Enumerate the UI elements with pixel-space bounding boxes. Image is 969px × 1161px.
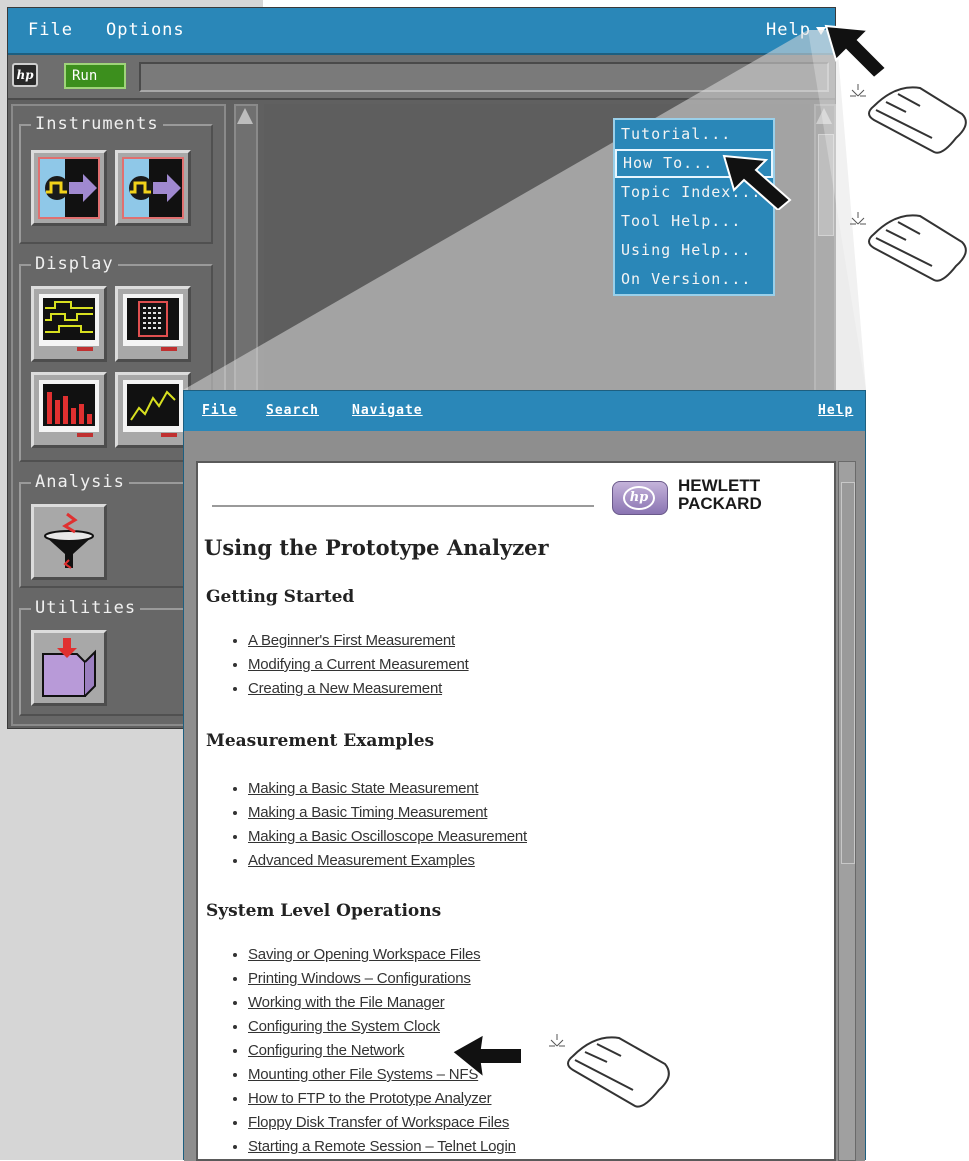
list-item[interactable]: Making a Basic Oscilloscope Measurement bbox=[248, 825, 527, 849]
link-list: Making a Basic State Measurement Making … bbox=[206, 777, 527, 873]
menu-file[interactable]: File bbox=[28, 20, 73, 40]
toolbar: hp Run bbox=[8, 55, 835, 100]
hp-logo-button[interactable]: hp bbox=[12, 63, 38, 87]
menu-item-using-help[interactable]: Using Help... bbox=[615, 236, 773, 265]
section-heading: Getting Started bbox=[206, 587, 355, 607]
instrument-2-button[interactable] bbox=[115, 150, 191, 226]
mouse-click-icon bbox=[850, 212, 967, 282]
instrument-1-button[interactable] bbox=[31, 150, 107, 226]
main-menubar: File Options Help bbox=[8, 8, 835, 55]
graph-display-button[interactable] bbox=[115, 372, 191, 448]
listing-display-icon bbox=[123, 294, 183, 351]
list-item[interactable]: Making a Basic Timing Measurement bbox=[248, 801, 527, 825]
utilities-title: Utilities bbox=[31, 598, 141, 618]
scroll-thumb[interactable] bbox=[841, 482, 855, 864]
list-item[interactable]: Floppy Disk Transfer of Workspace Files bbox=[248, 1111, 516, 1135]
menu-options[interactable]: Options bbox=[106, 20, 185, 40]
list-item[interactable]: How to FTP to the Prototype Analyzer bbox=[248, 1087, 516, 1111]
instruments-title: Instruments bbox=[31, 114, 163, 134]
help-menubar: File Search Navigate Help bbox=[184, 391, 865, 431]
status-field bbox=[139, 62, 829, 92]
page-title: Using the Prototype Analyzer bbox=[204, 535, 549, 560]
filter-analysis-button[interactable] bbox=[31, 504, 107, 580]
list-item[interactable]: Creating a New Measurement bbox=[248, 677, 469, 701]
menu-help[interactable]: Help bbox=[766, 20, 811, 40]
analyzer-instrument-icon bbox=[38, 157, 100, 219]
help-menu-file[interactable]: File bbox=[202, 403, 237, 418]
pointer-cursor-icon bbox=[824, 24, 888, 80]
list-item[interactable]: Saving or Opening Workspace Files bbox=[248, 943, 516, 967]
scroll-up-arrow-icon[interactable] bbox=[237, 108, 253, 124]
help-menu-navigate[interactable]: Navigate bbox=[352, 403, 423, 418]
analyzer-instrument-icon bbox=[122, 157, 184, 219]
menu-item-tool-help[interactable]: Tool Help... bbox=[615, 207, 773, 236]
waveform-display-icon bbox=[39, 294, 99, 351]
help-menu-search[interactable]: Search bbox=[266, 403, 319, 418]
run-button[interactable]: Run bbox=[64, 63, 126, 89]
waveform-display-button[interactable] bbox=[31, 286, 107, 362]
filter-funnel-icon bbox=[44, 512, 94, 569]
list-item[interactable]: Making a Basic State Measurement bbox=[248, 777, 527, 801]
scroll-up-arrow-icon[interactable] bbox=[816, 108, 832, 124]
instruments-group: Instruments bbox=[19, 114, 213, 244]
chart-display-button[interactable] bbox=[31, 372, 107, 448]
divider bbox=[212, 505, 594, 507]
brand-name: HEWLETT PACKARD bbox=[678, 476, 762, 513]
hp-logo: hp bbox=[612, 481, 668, 515]
file-manager-button[interactable] bbox=[31, 630, 107, 706]
section-heading: Measurement Examples bbox=[206, 731, 435, 751]
pointer-cursor-icon bbox=[722, 154, 792, 210]
list-item[interactable]: Advanced Measurement Examples bbox=[248, 849, 527, 873]
bar-chart-display-icon bbox=[39, 380, 99, 437]
list-item[interactable]: A Beginner's First Measurement bbox=[248, 629, 469, 653]
display-title: Display bbox=[31, 254, 118, 274]
menu-item-tutorial[interactable]: Tutorial... bbox=[615, 120, 773, 149]
list-item[interactable]: Working with the File Manager bbox=[248, 991, 516, 1015]
folder-icon bbox=[42, 638, 96, 697]
listing-display-button[interactable] bbox=[115, 286, 191, 362]
menu-item-on-version[interactable]: On Version... bbox=[615, 265, 773, 294]
help-menu-help[interactable]: Help bbox=[818, 403, 853, 418]
list-item[interactable]: Starting a Remote Session – Telnet Login bbox=[248, 1135, 516, 1159]
line-graph-display-icon bbox=[123, 380, 183, 437]
mouse-click-icon bbox=[850, 84, 967, 154]
list-item[interactable]: Printing Windows – Configurations bbox=[248, 967, 516, 991]
link-list: A Beginner's First Measurement Modifying… bbox=[206, 629, 469, 701]
mouse-click-icon bbox=[549, 1034, 670, 1108]
section-heading: System Level Operations bbox=[206, 901, 442, 921]
analysis-title: Analysis bbox=[31, 472, 129, 492]
pointer-cursor-icon bbox=[450, 1032, 523, 1081]
help-scrollbar[interactable] bbox=[838, 461, 856, 1161]
scroll-thumb[interactable] bbox=[818, 134, 834, 236]
list-item[interactable]: Modifying a Current Measurement bbox=[248, 653, 469, 677]
